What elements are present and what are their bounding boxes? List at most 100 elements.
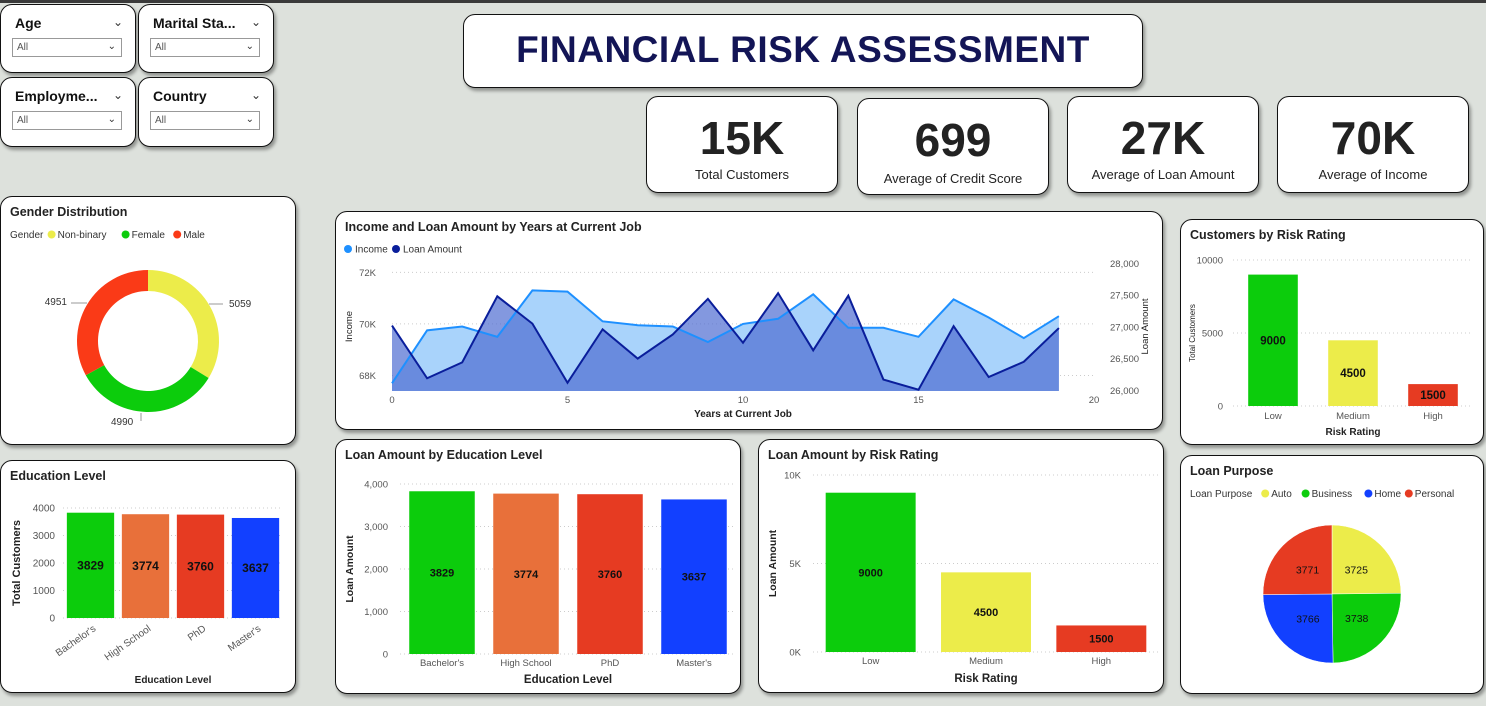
legend-marker [47, 230, 56, 239]
slicer-value: All [155, 42, 167, 53]
page-title: FINANCIAL RISK ASSESSMENT [516, 29, 1090, 70]
kpi-label: Total Customers [695, 167, 789, 182]
gender-distribution-card: Gender Distribution Gender Non-binary Fema… [0, 196, 296, 445]
y2-tick-label: 27,500 [1110, 291, 1139, 302]
income-loan-card: Income and Loan Amount by Years at Curre… [335, 211, 1163, 430]
gender-donut-chart: Gender Non-binary Female Male 5059 4990 4951 [10, 230, 252, 428]
y-tick-label: 70K [359, 319, 377, 330]
y2-tick-label: 26,500 [1110, 354, 1139, 365]
y2-tick-label: 28,000 [1110, 259, 1139, 270]
slicer-marital-status[interactable]: Marital Sta... ⌄ All ⌄ [138, 4, 274, 73]
x-tick-label: 20 [1089, 395, 1100, 406]
data-label: 9000 [858, 567, 882, 579]
y-tick-label: 1,000 [364, 607, 388, 618]
data-label: 9000 [1260, 335, 1286, 347]
legend-marker [1261, 489, 1270, 498]
legend-marker [121, 230, 130, 239]
x-tick-label: Master's [676, 658, 712, 669]
loan-purpose-card: Loan Purpose Loan Purpose Auto Business Hom… [1180, 455, 1484, 694]
x-tick-label: 10 [738, 395, 749, 406]
data-label: 4990 [111, 417, 134, 428]
legend-marker [344, 245, 352, 253]
chevron-down-icon[interactable]: ⌄ [113, 15, 123, 29]
dropdown-arrow-icon: ⌄ [245, 41, 254, 52]
slicer-title: Age [15, 15, 42, 31]
education-level-card: Education Level 0 1000 2000 3000 4000 3829 Bac… [0, 460, 296, 693]
data-label: 4951 [45, 297, 68, 308]
chevron-down-icon[interactable]: ⌄ [113, 88, 123, 102]
y-tick-label: 0 [383, 650, 388, 661]
y-axis-title: Loan Amount [767, 529, 779, 597]
legend-label: Business [1312, 489, 1353, 500]
y2-axis-title: Loan Amount [1140, 298, 1151, 354]
y-tick-label: 10K [784, 471, 802, 482]
kpi-label: Average of Loan Amount [1091, 167, 1235, 182]
y-tick-label: 2000 [33, 559, 56, 570]
y2-tick-label: 27,000 [1110, 322, 1139, 333]
slicer-title: Marital Sta... [153, 15, 236, 31]
pie-slice [1331, 593, 1402, 664]
y2-tick-label: 26,000 [1110, 386, 1139, 397]
donut-slice [76, 270, 148, 376]
kpi-value: 699 [914, 114, 992, 166]
x-tick-label: Bachelor's [420, 658, 464, 669]
kpi-value: 27K [1120, 112, 1206, 164]
education-level-bar-chart: 0 1000 2000 3000 4000 3829 Bachelor's 3774 High … [11, 504, 283, 686]
x-tick-label: PhD [186, 623, 208, 643]
data-label: 3637 [682, 572, 706, 584]
legend-label: Male [183, 230, 205, 241]
data-label: 3766 [1296, 614, 1320, 626]
slicer-country[interactable]: Country ⌄ All ⌄ [138, 77, 274, 147]
dropdown-arrow-icon: ⌄ [245, 114, 254, 125]
slicer-dropdown[interactable]: All ⌄ [150, 111, 260, 130]
y-axis-title: Total Customers [11, 520, 23, 606]
data-label: 3829 [430, 568, 454, 580]
chevron-down-icon[interactable]: ⌄ [251, 88, 261, 102]
legend-label: Income [355, 245, 388, 256]
kpi-card-loan-amount: 27K Average of Loan Amount [1067, 96, 1259, 193]
x-tick-label: Bachelor's [54, 623, 98, 659]
slicer-value: All [155, 115, 167, 126]
y-axis-title: Loan Amount [344, 535, 356, 603]
y-tick-label: 0 [1218, 402, 1223, 413]
x-tick-label: Low [862, 656, 880, 667]
title-banner: FINANCIAL RISK ASSESSMENT [463, 14, 1143, 88]
y-axis-title: Income [344, 311, 355, 342]
dropdown-arrow-icon: ⌄ [107, 114, 116, 125]
y-tick-label: 72K [359, 268, 377, 279]
pie-slice [1262, 593, 1334, 664]
data-label: 3771 [1296, 565, 1320, 577]
slicer-dropdown[interactable]: All ⌄ [12, 111, 122, 130]
y-axis-title: Total Customers [1188, 304, 1197, 362]
chevron-down-icon[interactable]: ⌄ [251, 15, 261, 29]
kpi-card-total-customers: 15K Total Customers [646, 96, 838, 193]
x-tick-label: Master's [226, 623, 263, 654]
x-tick-label: 5 [565, 395, 570, 406]
x-tick-label: Medium [969, 656, 1003, 667]
kpi-value: 70K [1330, 112, 1416, 164]
slicer-dropdown[interactable]: All ⌄ [150, 38, 260, 57]
x-tick-label: Medium [1336, 411, 1370, 422]
kpi-label: Average of Income [1318, 167, 1428, 182]
x-tick-label: High [1423, 411, 1443, 422]
x-axis-title: Risk Rating [954, 673, 1017, 685]
data-label: 4500 [1340, 368, 1366, 380]
donut-slice [148, 270, 219, 379]
slicer-employment[interactable]: Employme... ⌄ All ⌄ [0, 77, 136, 147]
kpi-value: 15K [699, 112, 785, 164]
slicer-value: All [17, 42, 29, 53]
kpi-label: Average of Credit Score [883, 171, 1023, 186]
top-border [0, 0, 1486, 3]
slicer-dropdown[interactable]: All ⌄ [12, 38, 122, 57]
customers-by-risk-card: Customers by Risk Rating 0 5000 10000 9000 L… [1180, 219, 1484, 445]
y-tick-label: 0K [789, 648, 801, 659]
x-tick-label: High School [103, 623, 153, 663]
legend-label: Personal [1415, 489, 1454, 500]
data-label: 1500 [1089, 634, 1113, 646]
x-tick-label: 15 [913, 395, 924, 406]
legend-label: Loan Amount [403, 245, 462, 256]
data-label: 3829 [77, 558, 104, 572]
legend-label: Auto [1271, 489, 1292, 500]
y-tick-label: 68K [359, 371, 377, 382]
slicer-age[interactable]: Age ⌄ All ⌄ [0, 4, 136, 73]
